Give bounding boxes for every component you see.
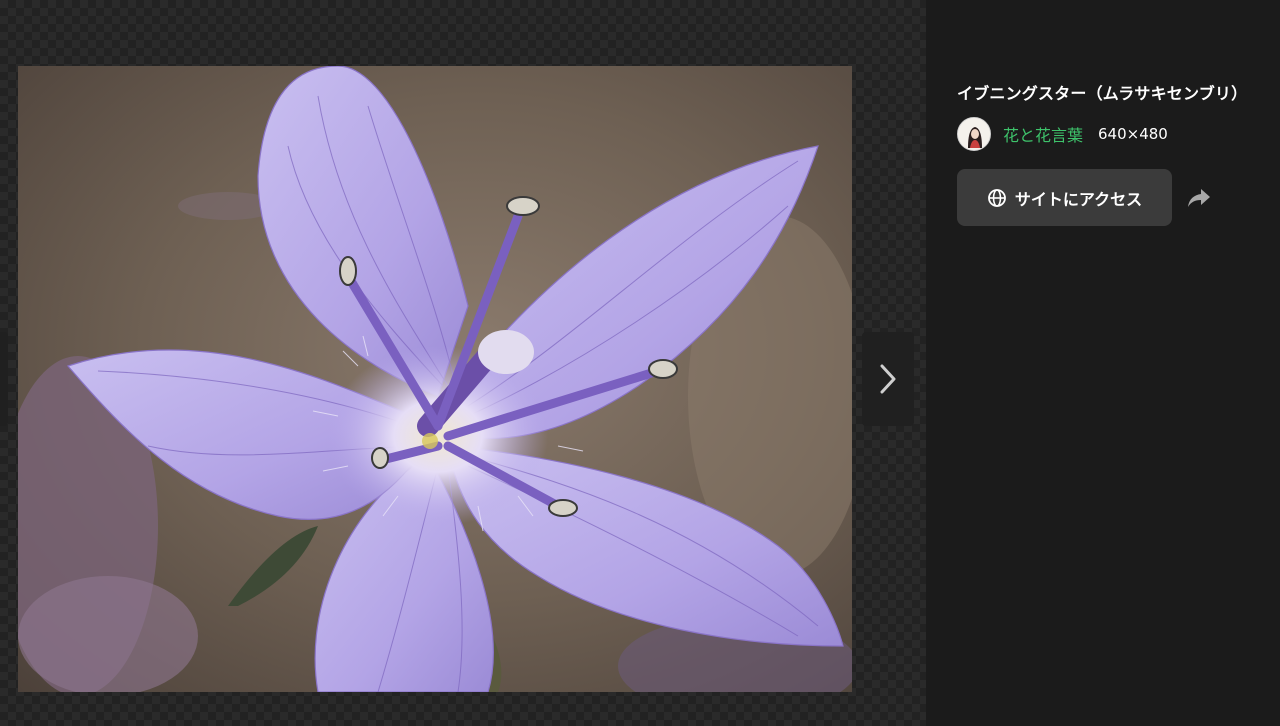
visit-site-button[interactable]: サイトにアクセス [957, 169, 1172, 226]
image-title: イブニングスター（ムラサキセンブリ） [957, 84, 1248, 103]
image-dimensions: 640×480 [1098, 125, 1168, 143]
image-meta: 花と花言葉 640×480 [957, 116, 1168, 152]
visit-site-label: サイトにアクセス [1014, 189, 1143, 209]
avatar-image [958, 118, 990, 150]
globe-icon [987, 188, 1007, 208]
source-link[interactable]: 花と花言葉 [1003, 122, 1083, 146]
share-button[interactable] [1184, 183, 1214, 213]
flower-photo [18, 66, 852, 692]
image-details-panel: イブニングスター（ムラサキセンブリ） 花と花言葉 640×480 サイトにアクセ… [926, 0, 1280, 726]
source-avatar[interactable] [957, 117, 991, 151]
share-icon [1188, 189, 1210, 207]
chevron-right-icon [880, 364, 896, 394]
image-viewer [0, 0, 926, 726]
next-image-button[interactable] [862, 332, 914, 426]
previous-button[interactable] [0, 332, 8, 426]
main-image [18, 66, 852, 692]
